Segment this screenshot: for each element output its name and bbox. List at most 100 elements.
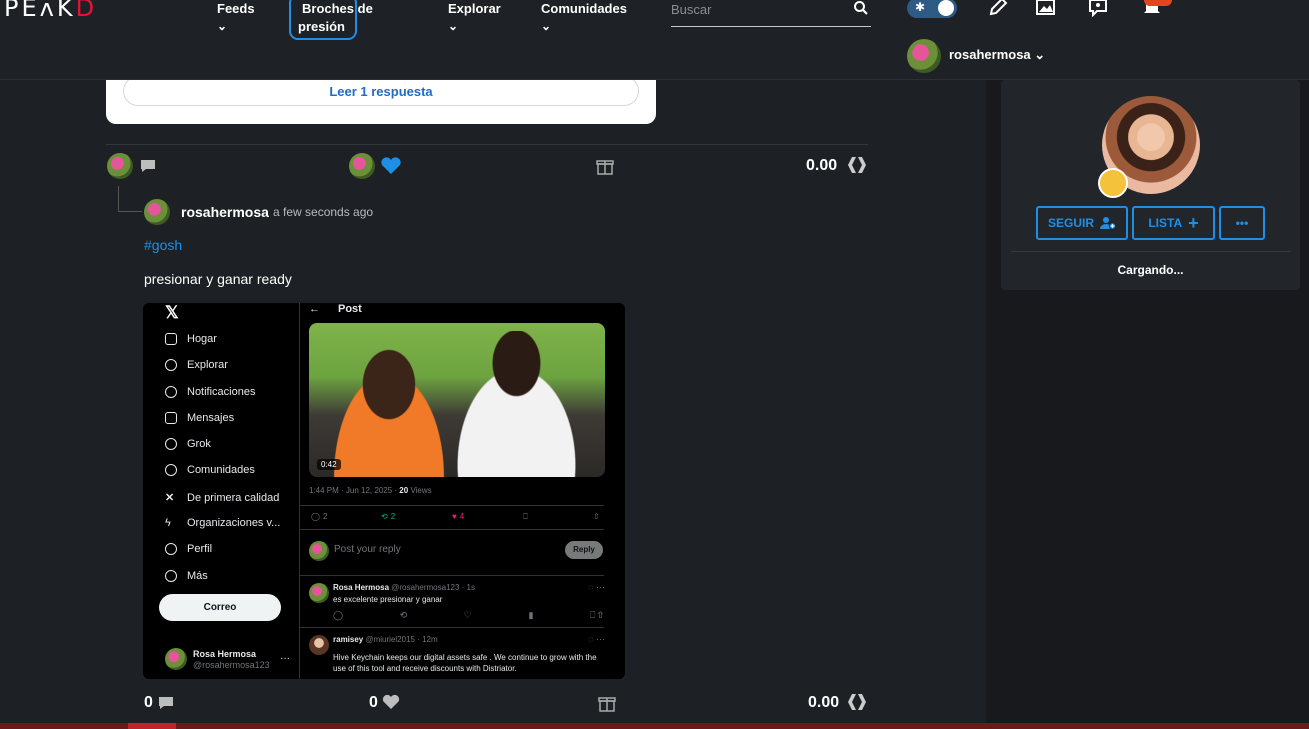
- add-user-icon: [1100, 217, 1116, 230]
- x-tweet-actions: ◯ ⟲ ♡ ▮ ⎕ ⇧: [333, 610, 603, 621]
- avatar: [165, 648, 187, 670]
- video-duration: 0:42: [317, 459, 341, 470]
- search-icon: [165, 359, 177, 371]
- image-icon[interactable]: [1035, 0, 1057, 18]
- progress-segment: [128, 723, 176, 729]
- more-icon: ◌ ···: [588, 582, 605, 592]
- notification-badge: [1144, 0, 1172, 6]
- avatar: [907, 39, 941, 73]
- search-icon[interactable]: [853, 0, 869, 16]
- x-nav-item: Comunidades: [165, 464, 255, 476]
- x-nav-item: Hogar: [165, 333, 217, 345]
- loading-text: Cargando...: [1117, 263, 1184, 277]
- gift-icon[interactable]: [598, 694, 616, 712]
- x-like-count: ♥ 4: [452, 512, 465, 521]
- more-icon: ···: [280, 653, 290, 664]
- nav-communities[interactable]: Comunidades ⌄: [541, 0, 627, 34]
- bolt-icon: ϟ: [165, 517, 171, 529]
- stats-icon: ▮: [528, 610, 534, 620]
- x-nav-item: ✕ De primera calidad: [165, 491, 280, 505]
- x-reply-input: Post your reply: [334, 544, 401, 555]
- x-account-name: Rosa Hermosa: [193, 649, 257, 659]
- search-input[interactable]: Buscar: [671, 0, 871, 27]
- heart-icon[interactable]: [382, 694, 400, 710]
- grok-icon: [165, 438, 177, 450]
- heart-icon: ♡: [463, 610, 472, 620]
- x-nav-item: Explorar: [165, 359, 228, 371]
- divider: [300, 627, 604, 628]
- share-icon: ⇧: [593, 512, 600, 521]
- list-button[interactable]: LISTA +: [1132, 206, 1215, 240]
- read-replies-button[interactable]: Leer 1 respuesta: [123, 76, 639, 106]
- back-arrow-icon: ←: [309, 303, 320, 315]
- divider: [299, 303, 300, 679]
- chevron-down-icon: ⌄: [448, 19, 459, 33]
- gift-icon[interactable]: [596, 157, 614, 175]
- chevron-down-icon: ⌄: [217, 19, 228, 33]
- theme-toggle[interactable]: ✱: [907, 0, 957, 18]
- x-tweet-header: Rosa Hermosa @rosahermosa123 · 1s: [333, 583, 475, 592]
- chat-icon[interactable]: [1087, 0, 1109, 18]
- nav-feeds[interactable]: Feeds ⌄: [217, 0, 255, 34]
- chevron-down-icon: ⌄: [1034, 47, 1046, 62]
- x-tweet-header: ramisey @miuriel2015 · 12m: [333, 635, 438, 644]
- x-account-handle: @rosahermosa123: [193, 660, 270, 670]
- nav-explore[interactable]: Explorar ⌄: [448, 0, 501, 34]
- hashtag-link[interactable]: #gosh: [144, 237, 182, 253]
- comment-timestamp[interactable]: a few seconds ago: [273, 205, 373, 219]
- x-tweet-text: es excelente presionar y ganar: [333, 595, 443, 604]
- avatar[interactable]: [349, 153, 375, 179]
- heart-icon: ♥: [452, 512, 457, 521]
- x-nav-item: ϟ Organizaciones v...: [165, 517, 281, 529]
- payout-value[interactable]: 0.00: [808, 694, 839, 712]
- divider: [1011, 251, 1291, 252]
- nav-pinned[interactable]: Broches de presión: [298, 0, 378, 36]
- more-icon: ◌ ···: [588, 634, 605, 644]
- comment-author[interactable]: rosahermosa: [181, 204, 269, 220]
- x-tweet-text: Hive Keychain keeps our digital assets s…: [333, 653, 597, 673]
- avatar[interactable]: [107, 153, 133, 179]
- chevron-down-icon: ⌄: [541, 19, 552, 33]
- comments-count[interactable]: 0: [144, 694, 153, 712]
- toggle-knob: [938, 0, 954, 16]
- comment-icon[interactable]: [158, 696, 174, 710]
- bell-icon: [165, 386, 177, 398]
- community-badge-icon: [1098, 168, 1128, 198]
- bookmark-icon: ⎕ ⇧: [589, 610, 603, 620]
- retweet-icon: ⟲: [381, 512, 388, 521]
- divider: [300, 529, 604, 530]
- x-icon: ✕: [165, 492, 175, 504]
- avatar: [309, 583, 329, 603]
- comment-icon[interactable]: [140, 159, 156, 173]
- votes-count[interactable]: 0: [369, 694, 378, 712]
- x-reply-count: ◯ 2: [311, 512, 328, 521]
- video-thumbnail: 0:42: [309, 323, 605, 477]
- divider: [300, 575, 604, 576]
- top-navbar: PEʌKD Feeds ⌄ Broches de presión Explora…: [0, 0, 1309, 80]
- comment-icon: ◯: [333, 610, 344, 620]
- embedded-image[interactable]: 𝕏 Hogar Explorar Notificaciones Mensajes…: [143, 303, 625, 679]
- x-nav-item: Más: [165, 570, 208, 582]
- peakd-logo[interactable]: PEʌKD: [4, 0, 97, 22]
- plus-icon: +: [1188, 212, 1199, 233]
- x-retweet-count: ⟲ 2: [381, 512, 396, 521]
- more-icon: •••: [1235, 216, 1249, 230]
- divider: [106, 144, 868, 145]
- heart-icon[interactable]: [380, 157, 402, 175]
- x-page-title: Post: [338, 303, 362, 315]
- follow-button[interactable]: SEGUIR: [1036, 206, 1128, 240]
- hive-icon: [848, 157, 866, 173]
- bookmark-icon: ⎕: [523, 512, 528, 521]
- sun-icon: ✱: [915, 0, 926, 14]
- retweet-icon: ⟲: [399, 610, 408, 620]
- more-options-button[interactable]: •••: [1219, 206, 1265, 240]
- x-nav-item: Notificaciones: [165, 386, 255, 398]
- x-nav-item: Perfil: [165, 543, 212, 555]
- payout-value[interactable]: 0.00: [806, 157, 837, 175]
- comment-body: presionar y ganar ready: [144, 271, 292, 287]
- pencil-icon[interactable]: [987, 0, 1009, 18]
- bottom-bar: [0, 723, 1309, 729]
- video-person-left: [319, 345, 459, 477]
- comment-icon: ◯: [311, 512, 320, 521]
- avatar[interactable]: [144, 199, 170, 225]
